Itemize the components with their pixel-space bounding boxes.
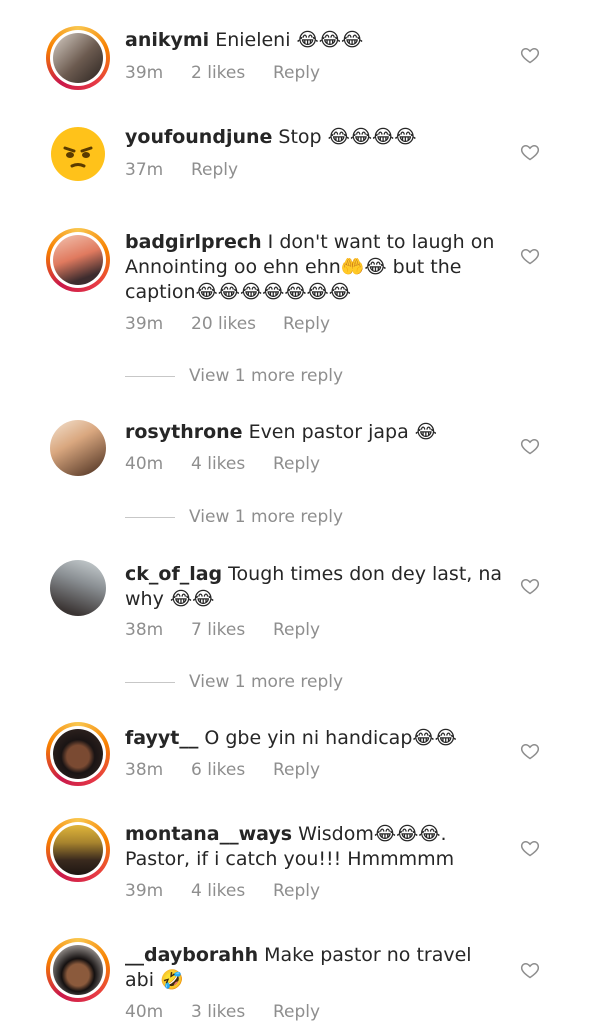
comment-username[interactable]: __dayborahh [125, 944, 258, 966]
reply-button[interactable]: Reply [273, 620, 320, 640]
reply-button[interactable]: Reply [191, 160, 238, 180]
comment-text: Even pastor japa 😂 [248, 421, 437, 443]
comment-time: 39m [125, 63, 164, 83]
avatar[interactable] [46, 938, 110, 1002]
avatar[interactable] [46, 818, 110, 882]
heart-outline-icon[interactable] [520, 142, 540, 162]
reply-button[interactable]: Reply [273, 881, 320, 901]
avatar[interactable] [46, 26, 110, 90]
comment-time: 37m [125, 160, 164, 180]
comment-text: Stop 😂😂😂😂 [278, 126, 417, 148]
comment-likes[interactable]: 7 likes [191, 620, 273, 640]
comment-username[interactable]: anikymi [125, 29, 209, 51]
reply-button[interactable]: Reply [273, 1002, 320, 1022]
reply-divider [125, 516, 175, 518]
comment-likes[interactable]: 6 likes [191, 760, 273, 780]
view-more-replies[interactable]: View 1 more reply [125, 507, 343, 527]
comment-text: O gbe yin ni handicap😂😂 [204, 727, 457, 749]
comment-text: Enieleni 😂😂😂 [215, 29, 364, 51]
heart-outline-icon[interactable] [520, 436, 540, 456]
avatar[interactable] [46, 722, 110, 786]
reply-button[interactable]: Reply [283, 314, 330, 334]
heart-outline-icon[interactable] [520, 838, 540, 858]
comment-username[interactable]: badgirlprech [125, 231, 262, 253]
avatar[interactable] [46, 228, 110, 292]
avatar[interactable] [50, 560, 106, 616]
reply-button[interactable]: Reply [273, 454, 320, 474]
heart-outline-icon[interactable] [520, 960, 540, 980]
avatar[interactable] [50, 420, 106, 476]
comment-time: 38m [125, 620, 164, 640]
view-more-replies-label[interactable]: View 1 more reply [189, 507, 343, 527]
comment-username[interactable]: youfoundjune [125, 126, 272, 148]
reply-divider [125, 375, 175, 377]
avatar[interactable] [50, 126, 106, 182]
view-more-replies[interactable]: View 1 more reply [125, 366, 343, 386]
comment-likes[interactable]: 3 likes [191, 1002, 273, 1022]
comment-likes[interactable]: 20 likes [191, 314, 283, 334]
comment-time: 40m [125, 454, 164, 474]
comment-time: 39m [125, 314, 164, 334]
reply-button[interactable]: Reply [273, 760, 320, 780]
heart-outline-icon[interactable] [520, 576, 540, 596]
heart-outline-icon[interactable] [520, 741, 540, 761]
reply-divider [125, 681, 175, 683]
view-more-replies-label[interactable]: View 1 more reply [189, 366, 343, 386]
comment-time: 40m [125, 1002, 164, 1022]
view-more-replies[interactable]: View 1 more reply [125, 672, 343, 692]
comment-time: 38m [125, 760, 164, 780]
view-more-replies-label[interactable]: View 1 more reply [189, 672, 343, 692]
comment-username[interactable]: rosythrone [125, 421, 243, 443]
comment-username[interactable]: fayyt__ [125, 727, 198, 749]
comment-likes[interactable]: 2 likes [191, 63, 273, 83]
heart-outline-icon[interactable] [520, 246, 540, 266]
comment-username[interactable]: montana__ways [125, 823, 292, 845]
heart-outline-icon[interactable] [520, 45, 540, 65]
reply-button[interactable]: Reply [273, 63, 320, 83]
comment-likes[interactable]: 4 likes [191, 881, 273, 901]
comment-time: 39m [125, 881, 164, 901]
comment-likes[interactable]: 4 likes [191, 454, 273, 474]
comment-username[interactable]: ck_of_lag [125, 563, 222, 585]
